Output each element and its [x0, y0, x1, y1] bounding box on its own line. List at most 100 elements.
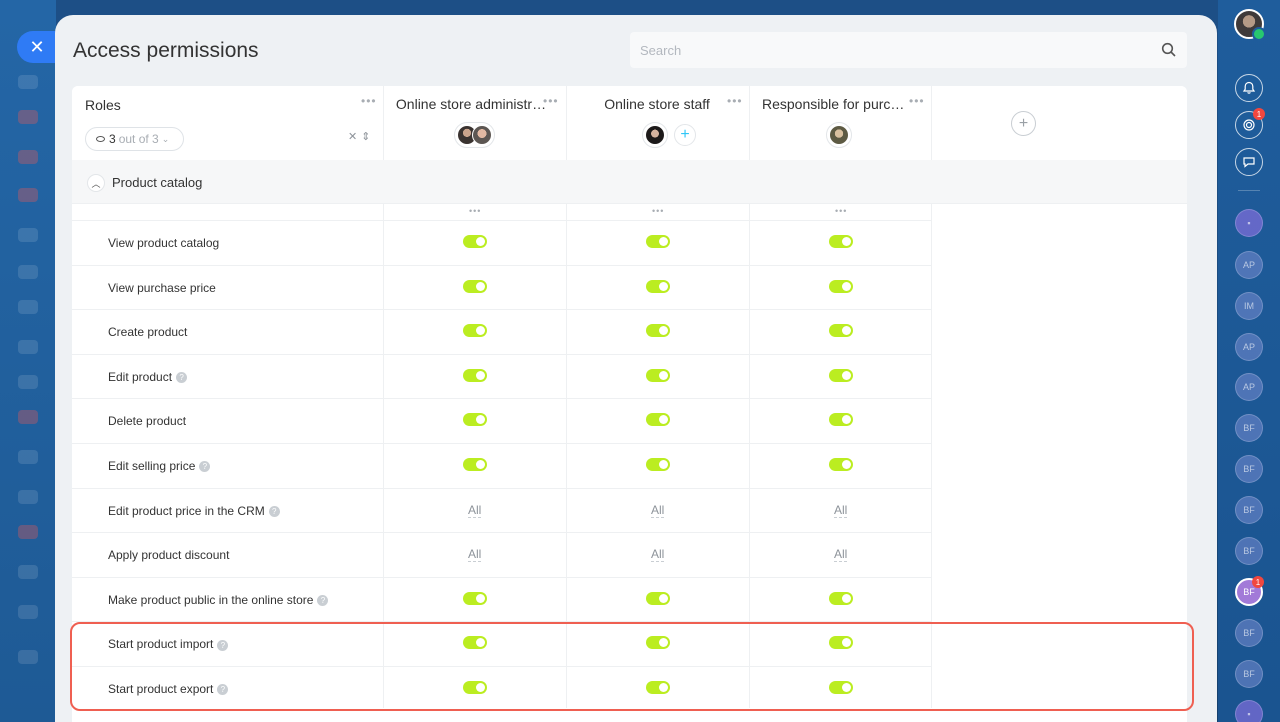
rail-chat-avatar[interactable]: AP — [1235, 373, 1263, 401]
activity-stream-icon[interactable]: 1 — [1235, 108, 1265, 139]
permission-toggle[interactable] — [829, 324, 853, 338]
help-icon[interactable]: ? — [199, 461, 211, 473]
permission-toggle[interactable] — [829, 636, 853, 650]
column-actions-icon[interactable]: ••• — [469, 206, 481, 216]
permission-toggle[interactable] — [646, 324, 670, 338]
permission-toggle[interactable] — [646, 235, 670, 248]
rail-chat-initials: BF — [1243, 587, 1255, 597]
role-column-title[interactable]: Online store administr… — [395, 96, 547, 112]
member-avatars[interactable] — [642, 122, 668, 148]
member-avatars[interactable] — [826, 122, 852, 148]
permission-scope-select[interactable]: All — [651, 548, 665, 563]
permission-toggle[interactable] — [646, 458, 670, 471]
rail-chat-avatar[interactable]: BF — [1235, 660, 1263, 688]
visible-total: out of 3 — [118, 132, 159, 146]
permission-scope-select[interactable]: All — [834, 503, 848, 518]
expand-collapse-icon[interactable]: ✕⇕ — [348, 130, 374, 143]
permission-toggle[interactable] — [829, 279, 853, 293]
roles-more-icon[interactable]: ••• — [361, 94, 377, 108]
rail-chat-avatar[interactable]: BF — [1235, 455, 1263, 483]
help-icon[interactable]: ? — [317, 595, 329, 607]
table-row: Make product public in the online store? — [72, 576, 932, 622]
permission-toggle[interactable] — [463, 368, 487, 382]
permission-label: Edit selling price? — [108, 459, 211, 473]
permission-scope-select[interactable]: All — [468, 503, 482, 518]
rail-chat-avatar[interactable]: BF — [1235, 619, 1263, 647]
permission-toggle[interactable] — [829, 413, 853, 427]
permission-label: View purchase price — [108, 281, 216, 295]
permission-scope-select[interactable]: All — [834, 548, 848, 563]
column-actions-icon[interactable]: ••• — [652, 206, 664, 216]
permission-toggle[interactable] — [463, 591, 487, 605]
permission-toggle[interactable] — [829, 458, 853, 471]
add-role-plus-icon[interactable]: + — [1011, 111, 1036, 136]
help-icon[interactable]: ? — [217, 684, 229, 696]
permission-toggle[interactable] — [463, 324, 487, 338]
rail-chat-avatar[interactable]: BF — [1235, 496, 1263, 524]
permission-scope-select[interactable]: All — [468, 548, 482, 563]
help-icon[interactable]: ? — [176, 372, 188, 384]
chat-search-icon[interactable] — [1235, 148, 1263, 176]
rail-chat-avatar[interactable]: AP — [1235, 333, 1263, 361]
rail-chat-avatar[interactable]: BF — [1235, 414, 1263, 442]
rail-chat-avatar[interactable]: IM — [1235, 292, 1263, 320]
role-column-more-icon[interactable]: ••• — [727, 94, 743, 108]
permission-scope-select[interactable]: All — [651, 503, 665, 518]
permission-toggle[interactable] — [463, 279, 487, 293]
search-input[interactable] — [630, 32, 1187, 68]
table-row: View product catalog — [72, 220, 932, 265]
permission-toggle[interactable] — [646, 368, 670, 382]
permission-label: Make product public in the online store? — [108, 592, 329, 607]
notifications-bell-icon[interactable] — [1235, 74, 1263, 102]
permission-toggle[interactable] — [829, 235, 853, 248]
permission-toggle[interactable] — [646, 279, 670, 293]
table-row: Edit selling price? — [72, 443, 932, 488]
avatar — [829, 125, 849, 145]
permission-toggle[interactable] — [646, 681, 670, 694]
role-members[interactable]: + — [642, 121, 696, 149]
add-member-plus-icon[interactable]: + — [674, 124, 696, 146]
help-icon[interactable]: ? — [268, 505, 280, 517]
search-box[interactable] — [630, 32, 1187, 68]
permission-toggle[interactable] — [463, 413, 487, 427]
member-avatars[interactable] — [454, 122, 495, 148]
permission-label-text: Start product import — [108, 637, 214, 652]
permission-toggle[interactable] — [463, 235, 487, 248]
help-icon[interactable]: ? — [217, 639, 229, 651]
column-actions-icon[interactable]: ••• — [835, 206, 847, 216]
chevron-up-icon[interactable]: ︿ — [87, 174, 105, 192]
role-column-more-icon[interactable]: ••• — [909, 94, 925, 108]
permission-toggle[interactable] — [646, 636, 670, 650]
permission-label: Start product import? — [108, 637, 229, 652]
rail-chat-notes-icon[interactable]: ▪ — [1235, 700, 1263, 722]
close-slider-button[interactable]: ✕ — [17, 31, 57, 63]
rail-chat-notes-icon[interactable]: ▪ — [1235, 209, 1263, 237]
role-members[interactable] — [826, 121, 852, 149]
permission-toggle[interactable] — [646, 591, 670, 605]
rail-chat-avatar-active[interactable]: BF 1 — [1235, 576, 1264, 606]
notification-badge: 1 — [1252, 576, 1264, 588]
search-icon[interactable] — [1161, 42, 1177, 58]
table-row: Edit product? — [72, 353, 932, 399]
permission-label: Apply product discount — [108, 548, 229, 562]
permission-toggle[interactable] — [646, 413, 670, 427]
permission-toggle[interactable] — [463, 458, 487, 471]
role-column-more-icon[interactable]: ••• — [543, 94, 559, 108]
permission-toggle[interactable] — [463, 636, 487, 650]
rail-chat-avatar[interactable]: BF — [1235, 537, 1263, 565]
permission-toggle[interactable] — [829, 368, 853, 382]
right-rail: 1 ▪ AP IM AP AP BF BF BF BF BF 1 BF BF ▪ — [1218, 0, 1280, 722]
rail-chat-avatar[interactable]: AP — [1235, 251, 1263, 279]
permission-label-text: Edit product — [108, 369, 173, 384]
role-column-title[interactable]: Online store staff — [592, 96, 722, 112]
role-members[interactable] — [454, 121, 495, 149]
section-header[interactable]: ︿ Product catalog — [72, 160, 1187, 204]
visible-roles-filter[interactable]: 3 out of 3 ⌄ — [85, 127, 184, 151]
role-column-title[interactable]: Responsible for purch… — [762, 96, 910, 112]
permission-toggle[interactable] — [829, 681, 853, 694]
avatar — [472, 125, 492, 145]
permission-toggle[interactable] — [463, 681, 487, 694]
user-avatar[interactable] — [1234, 9, 1266, 41]
permission-toggle[interactable] — [829, 591, 853, 605]
permission-label-text: Make product public in the online store — [108, 592, 314, 607]
